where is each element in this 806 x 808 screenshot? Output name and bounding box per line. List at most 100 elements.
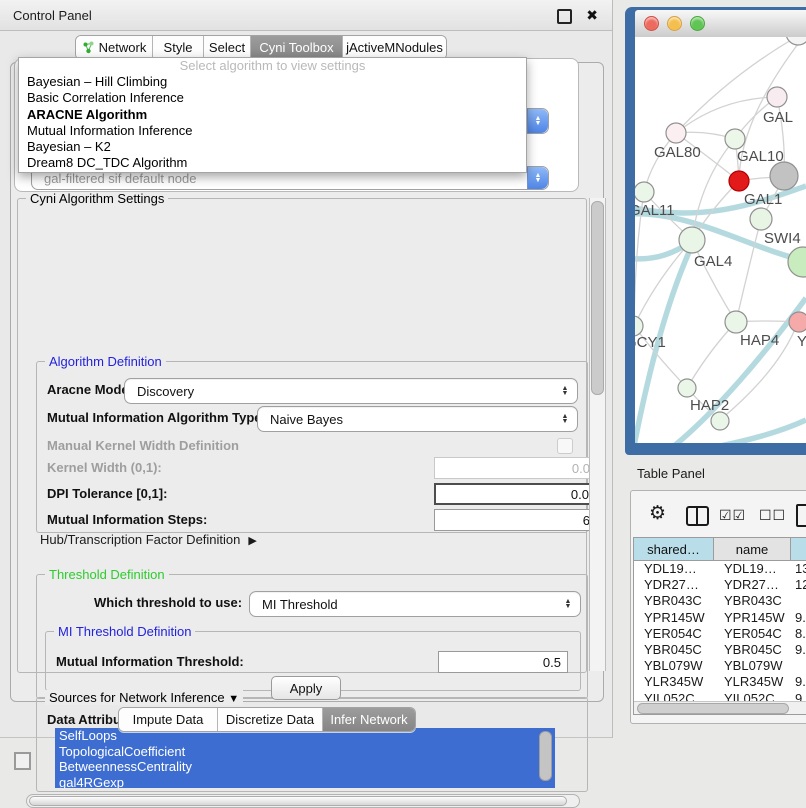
network-node-swi4[interactable] [750, 208, 772, 230]
tab-infer-network[interactable]: Infer Network [323, 708, 415, 731]
hub-definition-expander[interactable]: Hub/Transcription Factor Definition▶ [40, 532, 257, 547]
dropdown-item[interactable]: Bayesian – Hill Climbing [19, 74, 526, 90]
table-cell[interactable]: YER054C [714, 626, 791, 642]
list-scrollbar-thumb[interactable] [539, 731, 552, 781]
network-node[interactable] [786, 37, 806, 45]
checked-columns-icon[interactable]: ☑☑ [719, 507, 746, 524]
which-threshold-combo[interactable]: MI Threshold ▲▼ [249, 591, 581, 617]
table-row[interactable]: YLR345WYLR345W9. [634, 674, 806, 690]
network-window-titlebar[interactable] [635, 10, 806, 38]
table-cell[interactable]: 12 [791, 577, 806, 593]
table-cell[interactable]: YDL19… [634, 561, 714, 577]
column-header-name[interactable]: name [714, 538, 791, 560]
attribute-item[interactable]: gal4RGexp [55, 775, 555, 789]
table-cell[interactable]: 9. [791, 610, 806, 626]
network-view-window[interactable]: GALGAL80GAL10GAL1GAL11SWI4GAL4GCY1HAP4YH… [625, 7, 806, 455]
table-cell[interactable]: YLR345W [714, 674, 791, 690]
manual-kernel-checkbox[interactable] [557, 438, 573, 454]
table-cell[interactable] [791, 658, 806, 674]
tab-discretize-data[interactable]: Discretize Data [218, 708, 323, 731]
network-node-gal80[interactable] [666, 123, 686, 143]
table-cell[interactable]: 9. [791, 674, 806, 690]
table-horizontal-scrollbar[interactable] [634, 701, 806, 714]
table-row[interactable]: YIL052CYIL052C9. [634, 691, 806, 702]
table-cell[interactable]: YBR045C [714, 642, 791, 658]
network-node-gal4[interactable] [679, 227, 705, 253]
table-cell[interactable]: YER054C [634, 626, 714, 642]
tab-style[interactable]: Style [153, 36, 204, 59]
network-node-hap2[interactable] [678, 379, 696, 397]
network-node-y[interactable] [789, 312, 806, 332]
table-cell[interactable]: YBL079W [714, 658, 791, 674]
table-row[interactable]: YBL079WYBL079W [634, 658, 806, 674]
column-header-shared-[interactable]: shared… [634, 538, 714, 560]
network-node[interactable] [788, 247, 806, 277]
network-node[interactable] [711, 412, 729, 430]
minimize-traffic-light-icon[interactable] [667, 16, 682, 31]
network-node-gal[interactable] [767, 87, 787, 107]
table-row[interactable]: YDR27…YDR27…12 [634, 577, 806, 593]
minimized-panel-icon[interactable] [14, 752, 31, 770]
network-edge[interactable] [736, 219, 761, 322]
network-edge[interactable] [720, 420, 806, 443]
network-edge[interactable] [676, 97, 777, 133]
dropdown-item[interactable]: Dream8 DC_TDC Algorithm [19, 155, 526, 171]
close-panel-icon[interactable]: ✖ [586, 7, 598, 24]
table-cell[interactable]: YDL19… [714, 561, 791, 577]
aracne-mode-combo[interactable]: Discovery ▲▼ [124, 378, 578, 404]
dropdown-item[interactable]: ARACNE Algorithm [19, 107, 526, 123]
mi-steps-field[interactable]: 6 [434, 509, 597, 531]
float-panel-icon[interactable] [557, 9, 572, 24]
table-cell[interactable]: YPR145W [634, 610, 714, 626]
table-cell[interactable]: YIL052C [634, 691, 714, 702]
apply-button[interactable]: Apply [271, 676, 341, 700]
settings-horizontal-scrollbar[interactable] [26, 794, 580, 808]
table-row[interactable]: YBR043CYBR043C [634, 593, 806, 609]
settings-vscroll-thumb[interactable] [591, 201, 604, 395]
tab-cyni-toolbox[interactable]: Cyni Toolbox [251, 36, 343, 59]
table-row[interactable]: YPR145WYPR145W9. [634, 610, 806, 626]
table-hscroll-thumb[interactable] [637, 703, 789, 714]
table-cell[interactable]: YBR043C [714, 593, 791, 609]
network-node-gal10[interactable] [725, 129, 745, 149]
attribute-item[interactable]: BetweennessCentrality [55, 759, 555, 775]
settings-hscroll-thumb[interactable] [29, 796, 567, 806]
table-row[interactable]: YBR045CYBR045C9. [634, 642, 806, 658]
table-cell[interactable] [791, 593, 806, 609]
network-node-gal1[interactable] [729, 171, 749, 191]
table-cell[interactable]: 9. [791, 642, 806, 658]
network-node[interactable] [770, 162, 798, 190]
table-row[interactable]: YDL19…YDL19…13 [634, 561, 806, 577]
table-cell[interactable]: YDR27… [714, 577, 791, 593]
close-traffic-light-icon[interactable] [644, 16, 659, 31]
table-cell[interactable]: 8. [791, 626, 806, 642]
network-node-gal11[interactable] [635, 182, 654, 202]
table-cell[interactable]: YIL052C [714, 691, 791, 702]
table-cell[interactable]: YPR145W [714, 610, 791, 626]
zoom-traffic-light-icon[interactable] [690, 16, 705, 31]
dpi-tolerance-field[interactable]: 0.0 [434, 483, 597, 505]
settings-vertical-scrollbar[interactable] [589, 198, 606, 671]
table-row[interactable]: YER054CYER054C8. [634, 626, 806, 642]
network-edge[interactable] [687, 322, 736, 388]
tab-jactivemnodules[interactable]: jActiveMNodules [343, 36, 446, 59]
sources-group-title[interactable]: Sources for Network Inference ▼ [45, 690, 243, 705]
dropdown-item[interactable]: Basic Correlation Inference [19, 90, 526, 106]
mi-threshold-field[interactable]: 0.5 [438, 651, 568, 673]
column-header-a[interactable]: A [791, 538, 806, 560]
dropdown-item[interactable]: Mutual Information Inference [19, 123, 526, 139]
gear-icon[interactable]: ⚙ [649, 502, 666, 525]
table-cell[interactable]: YBL079W [634, 658, 714, 674]
table-cell[interactable]: YBR045C [634, 642, 714, 658]
table-cell[interactable]: 13 [791, 561, 806, 577]
unchecked-columns-icon[interactable]: ☐☐ [759, 507, 786, 524]
attribute-item[interactable]: TopologicalCoefficient [55, 744, 555, 760]
kernel-width-field[interactable]: 0.0 [434, 457, 597, 479]
page-icon[interactable] [796, 504, 806, 527]
table-cell[interactable]: YLR345W [634, 674, 714, 690]
table-cell[interactable]: YBR043C [634, 593, 714, 609]
table-cell[interactable]: YDR27… [634, 577, 714, 593]
mi-type-combo[interactable]: Naive Bayes ▲▼ [257, 406, 578, 432]
dropdown-item[interactable]: Bayesian – K2 [19, 139, 526, 155]
table-cell[interactable]: 9. [791, 691, 806, 702]
